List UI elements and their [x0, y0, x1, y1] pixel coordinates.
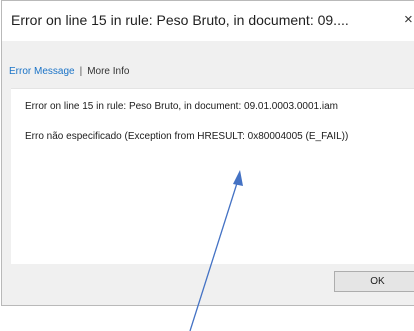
annotation-arrow	[189, 170, 243, 331]
arrow-head	[233, 170, 243, 186]
screenshot-stage: Error on line 15 in rule: Peso Bruto, in…	[0, 0, 414, 331]
arrow-shaft	[189, 179, 239, 331]
